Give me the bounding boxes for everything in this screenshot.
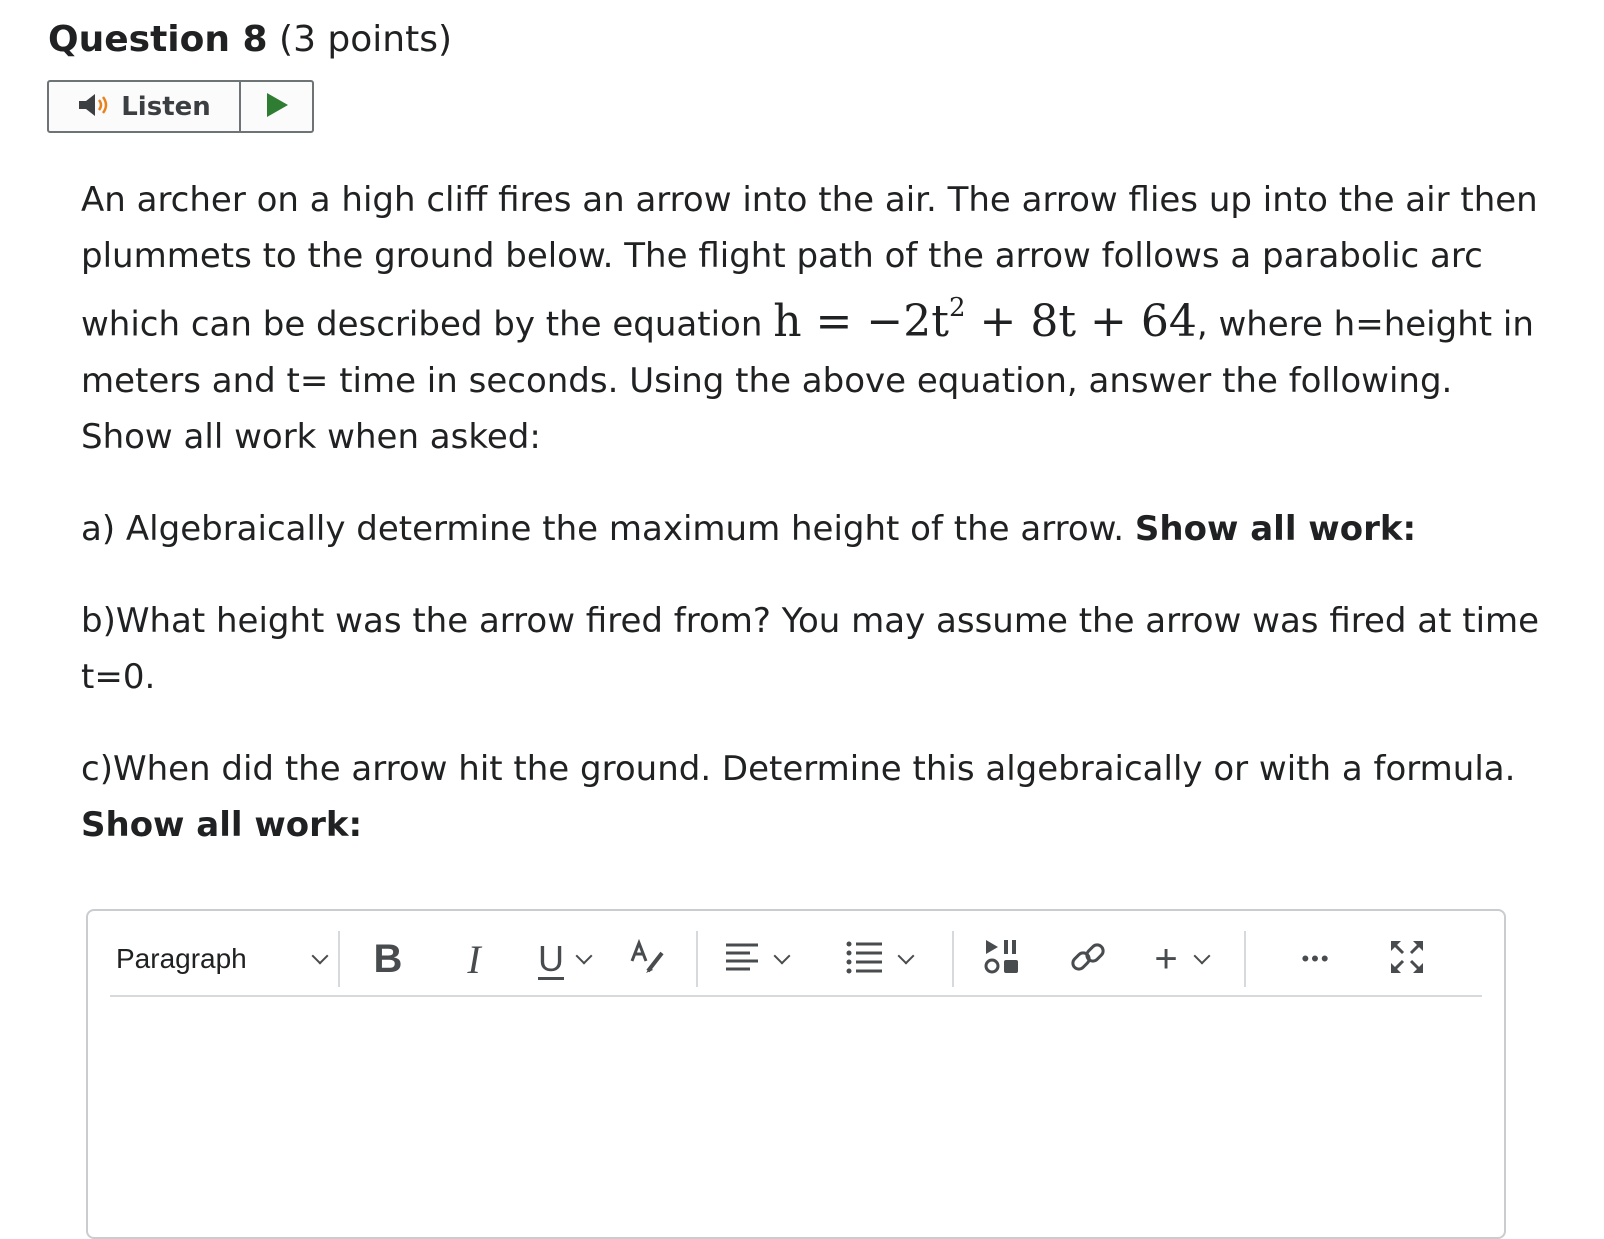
- equation: h = −2t2 + 8t + 64: [773, 293, 1197, 347]
- speaker-icon: [77, 91, 113, 123]
- question-points: (3 points): [279, 19, 453, 60]
- chevron-down-icon: [897, 947, 915, 965]
- equation-lhs: h = −2t: [773, 295, 949, 347]
- align-icon: [724, 941, 760, 978]
- underline-button[interactable]: U: [512, 931, 616, 987]
- insert-icon: +: [1154, 936, 1178, 981]
- chevron-down-icon: [311, 947, 329, 965]
- equation-exponent: 2: [948, 293, 966, 323]
- editor-toolbar: Paragraph B I U + •••: [110, 923, 1482, 997]
- part-a: a) Algebraically determine the maximum h…: [81, 501, 1541, 557]
- insert-media-button[interactable]: [954, 931, 1050, 987]
- part-a-bold: Show all work:: [1134, 508, 1417, 549]
- underline-icon: U: [538, 938, 564, 979]
- block-format-select[interactable]: Paragraph: [110, 931, 332, 987]
- text-format-icon: [628, 938, 668, 980]
- chevron-down-icon: [1193, 947, 1211, 965]
- part-c: c)When did the arrow hit the ground. Det…: [81, 741, 1541, 853]
- link-icon: [1068, 937, 1108, 982]
- italic-button[interactable]: I: [436, 931, 512, 987]
- listen-label: Listen: [121, 91, 211, 122]
- chevron-down-icon: [773, 947, 791, 965]
- list-icon: [846, 940, 884, 979]
- block-format-label: Paragraph: [116, 943, 247, 974]
- text-format-button[interactable]: [616, 931, 680, 987]
- listen-widget: Listen: [47, 80, 314, 133]
- fullscreen-button[interactable]: [1386, 931, 1428, 987]
- insert-link-button[interactable]: [1050, 931, 1126, 987]
- list-button[interactable]: [814, 931, 944, 987]
- part-b-text: b)What height was the arrow fired from? …: [81, 600, 1540, 697]
- question-body: An archer on a high cliff fires an arrow…: [81, 172, 1541, 889]
- play-button[interactable]: [241, 82, 312, 131]
- fullscreen-icon: [1388, 938, 1426, 981]
- listen-button[interactable]: Listen: [49, 82, 241, 131]
- bold-button[interactable]: B: [340, 931, 436, 987]
- play-icon: [264, 91, 290, 123]
- equation-rhs: + 8t + 64: [965, 295, 1197, 347]
- question-header: Question 8 (3 points): [48, 16, 452, 64]
- chevron-down-icon: [575, 947, 593, 965]
- editor-text-area[interactable]: [110, 999, 1482, 1237]
- more-actions-button[interactable]: •••: [1246, 931, 1386, 987]
- question-title: Question 8: [48, 19, 268, 60]
- more-icon: •••: [1301, 946, 1331, 971]
- align-button[interactable]: [698, 931, 814, 987]
- bold-icon: B: [373, 936, 403, 981]
- media-icon: [982, 938, 1022, 981]
- insert-more-button[interactable]: +: [1126, 931, 1236, 987]
- answer-editor: Paragraph B I U + •••: [86, 909, 1506, 1239]
- part-b: b)What height was the arrow fired from? …: [81, 593, 1541, 705]
- italic-icon: I: [467, 936, 481, 982]
- part-c-text: c)When did the arrow hit the ground. Det…: [81, 748, 1516, 789]
- part-a-text: a) Algebraically determine the maximum h…: [81, 508, 1135, 549]
- part-c-bold: Show all work:: [81, 804, 363, 845]
- question-intro: An archer on a high cliff fires an arrow…: [81, 172, 1541, 465]
